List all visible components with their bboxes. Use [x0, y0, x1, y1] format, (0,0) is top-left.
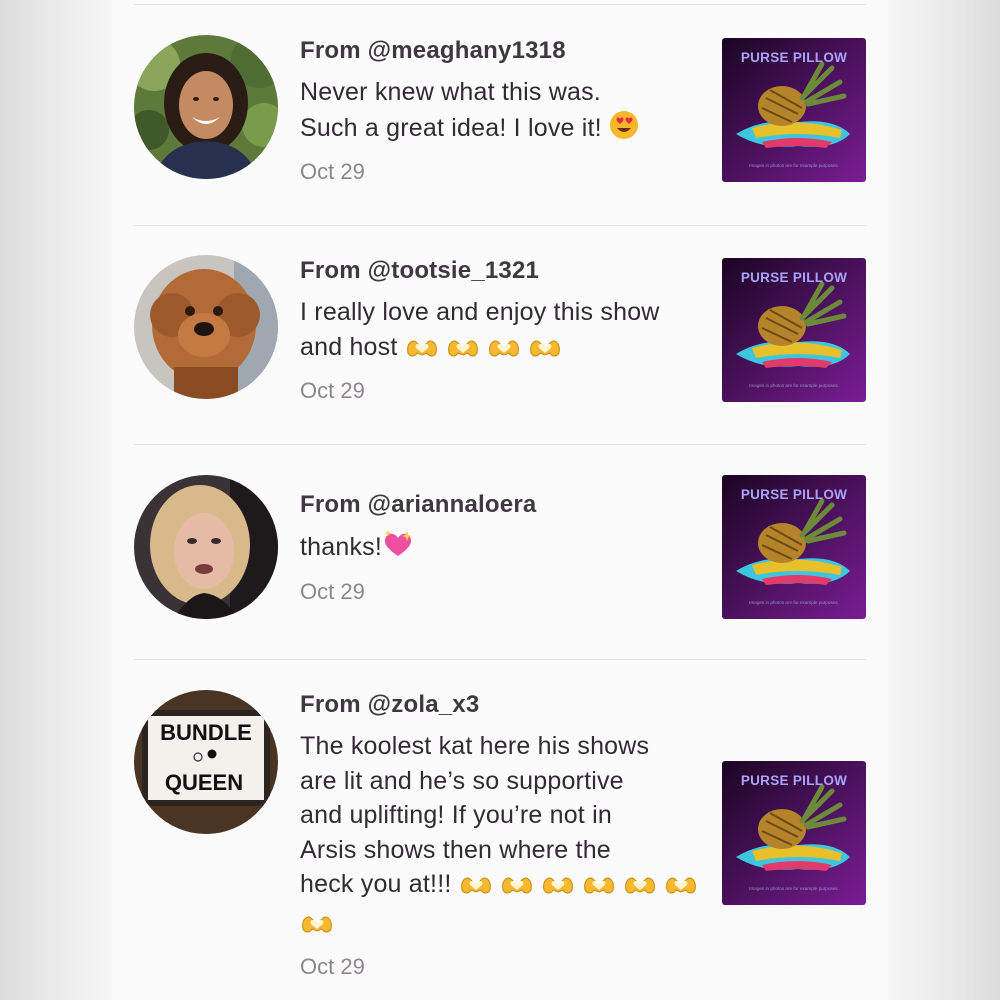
reviews-panel: From @meaghany1318 Never knew what this …	[112, 0, 888, 1000]
heart-hands-emoji	[500, 871, 534, 906]
product-caption: Images in photos are for example purpose…	[749, 163, 839, 168]
review-text-line: Such a great idea! I love it!	[300, 113, 602, 142]
review-date: Oct 29	[300, 954, 365, 979]
heart-hands-emoji	[541, 871, 575, 906]
review-text-line: are lit and he’s so supportive	[300, 766, 624, 795]
review-text-line: heck you at!!!	[300, 870, 452, 898]
review-content: From @meaghany1318 Never knew what this …	[300, 36, 700, 187]
review-username[interactable]: From @ariannaloera	[300, 490, 700, 520]
divider	[134, 4, 866, 5]
product-title: PURSE PILLOW	[740, 487, 848, 502]
review-username[interactable]: From @meaghany1318	[300, 36, 700, 66]
review-text-line: and uplifting! If you’re not in	[300, 801, 612, 829]
review-content: From @zola_x3 The koolest kat here his s…	[300, 690, 700, 982]
avatar[interactable]	[134, 475, 278, 619]
heart-hands-emoji	[446, 334, 480, 369]
review-date: Oct 29	[300, 159, 365, 184]
review-text-line: Never knew what this was.	[300, 78, 601, 106]
review-username[interactable]: From @tootsie_1321	[300, 256, 700, 286]
product-caption: Images in photos are for example purpose…	[749, 383, 839, 388]
review-text-line: and host	[300, 332, 398, 361]
avatar-sign-text: BUNDLE	[160, 720, 252, 745]
review-text-line: thanks!	[300, 533, 383, 561]
product-caption: Images in photos are for example purpose…	[749, 886, 839, 891]
product-title: PURSE PILLOW	[740, 270, 848, 285]
review-text: thanks!	[300, 529, 700, 569]
review-text-line: Arsis shows then where the	[300, 835, 611, 864]
review-date: Oct 29	[300, 378, 365, 403]
heart-hands-emoji	[459, 871, 493, 906]
review-content: From @ariannaloera thanks! Oct 29	[300, 490, 700, 607]
review-content: From @tootsie_1321 I really love and enj…	[300, 256, 700, 406]
divider	[134, 225, 866, 226]
product-thumbnail[interactable]: PURSE PILLOW Images in photos are for ex…	[722, 475, 866, 619]
review-text: Never knew what this was. Such a great i…	[300, 75, 700, 149]
heart-hands-emoji	[487, 334, 521, 369]
product-caption: Images in photos are for example purpose…	[749, 600, 839, 605]
heart-hands-emoji	[528, 334, 562, 369]
product-thumbnail[interactable]: PURSE PILLOW Images in photos are for ex…	[722, 38, 866, 182]
product-title: PURSE PILLOW	[740, 50, 848, 65]
sparkling-heart-emoji	[382, 529, 414, 569]
avatar[interactable]: BUNDLE QUEEN	[134, 690, 278, 834]
product-title: PURSE PILLOW	[740, 773, 848, 788]
review-username[interactable]: From @zola_x3	[300, 690, 700, 720]
review-text: I really love and enjoy this show and ho…	[300, 295, 700, 368]
heart-eyes-emoji	[609, 110, 639, 150]
heart-hands-emoji	[664, 871, 698, 906]
avatar[interactable]	[134, 255, 278, 399]
product-thumbnail[interactable]: PURSE PILLOW Images in photos are for ex…	[722, 761, 866, 905]
review-text-line: The koolest kat here his shows	[300, 732, 650, 760]
review-date: Oct 29	[300, 578, 365, 604]
heart-hands-emoji	[405, 334, 439, 369]
divider	[134, 444, 866, 445]
product-thumbnail[interactable]: PURSE PILLOW Images in photos are for ex…	[722, 258, 866, 402]
heart-hands-emoji	[623, 871, 657, 906]
divider	[134, 659, 866, 660]
avatar-sign-text: QUEEN	[165, 770, 243, 795]
avatar[interactable]	[134, 35, 278, 179]
heart-hands-emoji	[582, 871, 616, 906]
review-text-line: I really love and enjoy this show	[300, 298, 660, 326]
heart-hands-emoji	[300, 910, 334, 945]
review-text: The koolest kat here his shows are lit a…	[300, 729, 700, 944]
